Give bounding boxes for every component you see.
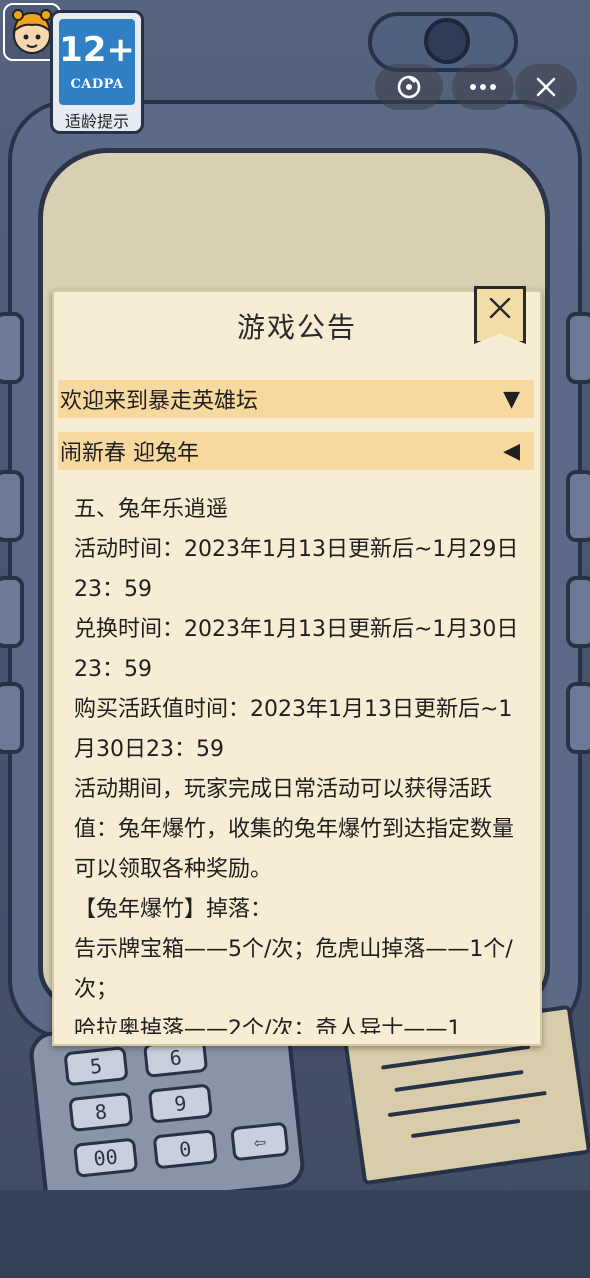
keypad-key: 9: [147, 1083, 214, 1124]
age-rating-label: 适龄提示: [64, 112, 129, 131]
age-rating-inner: 12+ CADPA: [59, 19, 135, 105]
section-header-new-year[interactable]: 闹新春 迎兔年 ◀: [58, 432, 534, 470]
keypad-back-icon: ⇦: [230, 1121, 290, 1162]
content-paragraph: 五、兔年乐逍遥: [74, 497, 229, 522]
content-paragraph: 活动时间：2023年1月13日更新后~1月29日23：59: [74, 537, 519, 602]
keypad-key: 5: [63, 1046, 129, 1087]
expand-arrow-down-icon[interactable]: ▼: [503, 387, 520, 412]
close-app-button[interactable]: [515, 64, 577, 110]
side-button-right: [566, 682, 590, 754]
keypad-key: 0: [152, 1129, 218, 1170]
announcement-content-scroll[interactable]: 五、兔年乐逍遥 活动时间：2023年1月13日更新后~1月29日23：59 兑换…: [58, 478, 534, 1034]
floor: [0, 1190, 590, 1278]
side-button-right: [566, 470, 590, 542]
section-title: 欢迎来到暴走英雄坛: [60, 389, 259, 414]
side-button-left: [0, 576, 24, 648]
dialog-close-button[interactable]: [479, 290, 521, 340]
announcement-content: 五、兔年乐逍遥 活动时间：2023年1月13日更新后~1月29日23：59 兑换…: [58, 478, 534, 1034]
content-paragraph: 【兔年爆竹】掉落：: [74, 897, 273, 922]
content-paragraph: 哈拉奥掉落——2个/次；奇人异士——1: [74, 1017, 462, 1034]
age-rating-org: CADPA: [70, 76, 124, 92]
camera-lens-icon: [424, 18, 470, 64]
keypad-key: 00: [73, 1137, 139, 1178]
section-title: 闹新春 迎兔年: [60, 441, 199, 466]
keypad-key: 8: [68, 1091, 134, 1133]
close-x-icon: [489, 297, 511, 319]
game-center-button[interactable]: [375, 64, 443, 110]
scribble-line: [394, 1069, 524, 1093]
content-paragraph: 告示牌宝箱——5个/次；危虎山掉落——1个/次；: [74, 937, 513, 1002]
section-header-welcome[interactable]: 欢迎来到暴走英雄坛 ▼: [58, 380, 534, 418]
side-button-left: [0, 312, 24, 384]
scribble-line: [381, 1044, 531, 1070]
collapse-arrow-left-icon[interactable]: ◀: [503, 439, 520, 464]
age-rating-number: 12+: [59, 29, 135, 70]
age-rating-badge[interactable]: 12+ CADPA 适龄提示: [50, 10, 144, 134]
side-button-left: [0, 470, 24, 542]
content-paragraph: 活动期间，玩家完成日常活动可以获得活跃值：兔年爆竹，收集的兔年爆竹到达指定数量可…: [74, 777, 515, 882]
side-button-right: [566, 576, 590, 648]
side-button-left: [0, 682, 24, 754]
scribble-line: [410, 1118, 521, 1139]
close-icon: [536, 77, 556, 97]
side-button-right: [566, 312, 590, 384]
announcement-dialog: 游戏公告 欢迎来到暴走英雄坛 ▼ 闹新春 迎兔年 ◀ 五、兔年乐逍遥 活动时间：…: [52, 286, 542, 1046]
more-options-button[interactable]: [452, 64, 514, 110]
content-paragraph: 购买活跃值时间：2023年1月13日更新后~1月30日23：59: [74, 697, 513, 762]
content-paragraph: 兑换时间：2023年1月13日更新后~1月30日23：59: [74, 617, 519, 682]
dialog-title: 游戏公告: [236, 311, 357, 344]
scribble-line: [387, 1090, 547, 1118]
game-controller-icon: [397, 75, 421, 99]
more-dots-icon: [470, 84, 496, 90]
